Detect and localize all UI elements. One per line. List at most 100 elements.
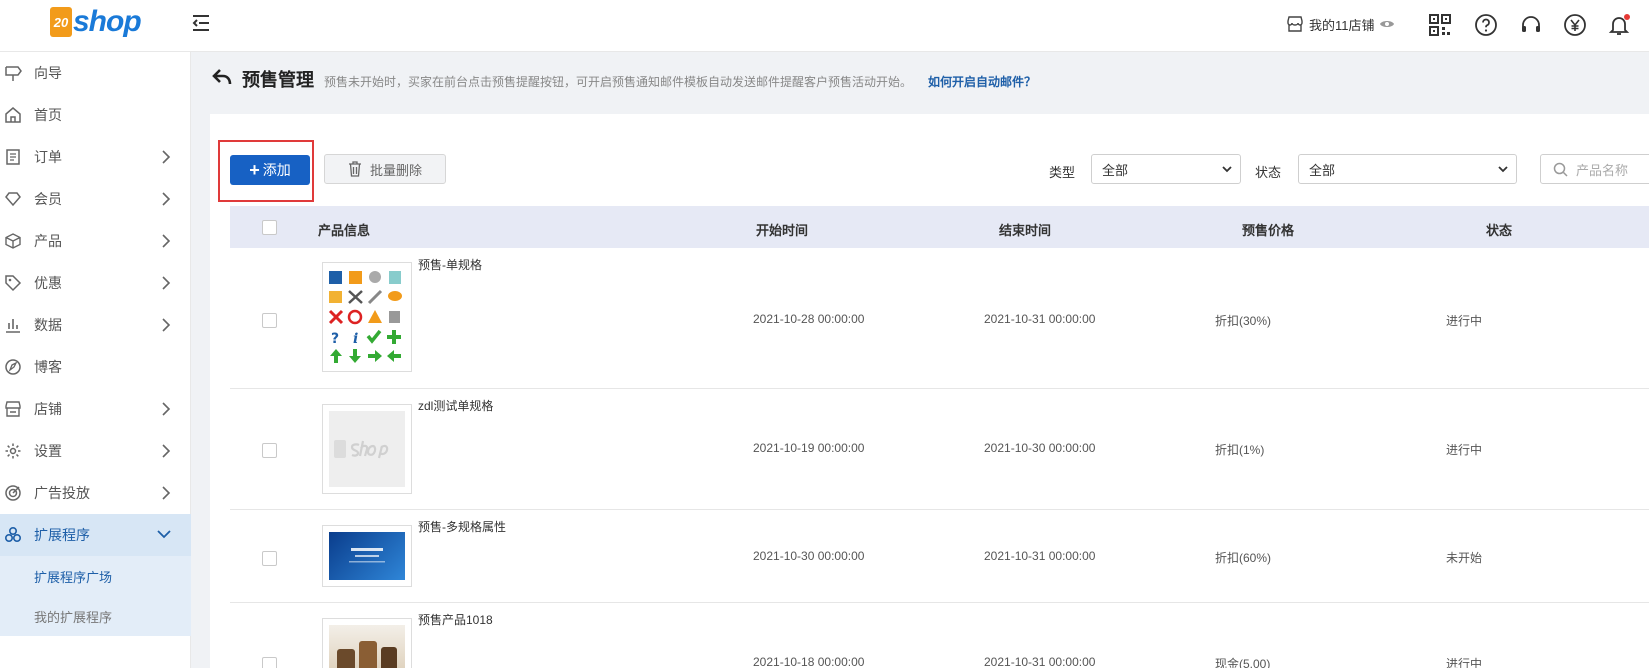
chevron-down-icon bbox=[1222, 166, 1232, 173]
qrcode-icon[interactable] bbox=[1428, 13, 1452, 37]
end-time-cell: 2021-10-31 00:00:00 bbox=[984, 655, 1096, 668]
chevron-down-icon bbox=[1498, 166, 1508, 173]
sidebar-item-home[interactable]: 首页 bbox=[0, 94, 191, 136]
row-checkbox[interactable] bbox=[262, 443, 277, 458]
store-icon bbox=[5, 401, 21, 417]
table-row[interactable]: ? i 预售-单规格 2021-10-28 00:00:00 2021-10-31… bbox=[230, 248, 1649, 389]
column-header-product-info[interactable]: 产品信息 bbox=[318, 220, 370, 239]
auto-email-help-link[interactable]: 如何开启自动邮件？ bbox=[928, 73, 1036, 90]
page-title: 预售管理 bbox=[242, 70, 314, 90]
page-header: 预售管理 预售未开始时，买家在前台点击预售提醒按钮，可开启预售通知邮件模板自动发… bbox=[212, 66, 1036, 92]
end-time-cell: 2021-10-31 00:00:00 bbox=[984, 549, 1096, 563]
sidebar-subitem-extension-market[interactable]: 扩展程序广场 bbox=[0, 556, 191, 596]
add-button-label: 添加 bbox=[262, 162, 291, 178]
sidebar-item-label: 店铺 bbox=[34, 401, 62, 417]
product-thumbnail[interactable] bbox=[322, 525, 412, 587]
product-name[interactable]: zdl测试单规格 bbox=[418, 397, 493, 414]
product-thumbnail[interactable] bbox=[322, 618, 412, 668]
sidebar-item-label: 优惠 bbox=[34, 275, 62, 291]
logo-badge: 20 bbox=[50, 7, 72, 37]
type-filter-label: 类型 bbox=[1049, 165, 1076, 180]
type-filter-select[interactable]: 全部 bbox=[1091, 154, 1241, 184]
sidebar: 向导 首页 订单 会员 产品 优惠 数据 博客 店铺 设置 广告投放 扩展程序 … bbox=[0, 52, 191, 668]
table-row[interactable]: zdl测试单规格 2021-10-19 00:00:00 2021-10-30 … bbox=[230, 389, 1649, 510]
blog-icon bbox=[5, 359, 21, 375]
sidebar-item-discounts[interactable]: 优惠 bbox=[0, 262, 191, 304]
column-header-start-time[interactable]: 开始时间 bbox=[756, 220, 808, 239]
help-icon[interactable] bbox=[1474, 13, 1498, 37]
icon-set-image: ? i bbox=[328, 271, 402, 363]
table-row[interactable]: 预售-多规格属性 2021-10-30 00:00:00 2021-10-31 … bbox=[230, 510, 1649, 603]
row-checkbox[interactable] bbox=[262, 551, 277, 566]
status-cell: 进行中 bbox=[1446, 657, 1483, 668]
eye-icon[interactable] bbox=[1379, 18, 1395, 30]
batch-delete-label: 批量删除 bbox=[369, 162, 422, 178]
column-header-end-time[interactable]: 结束时间 bbox=[999, 220, 1051, 239]
product-name[interactable]: 预售产品1018 bbox=[418, 611, 493, 628]
sidebar-item-members[interactable]: 会员 bbox=[0, 178, 191, 220]
ads-icon bbox=[5, 485, 21, 501]
page-description: 预售未开始时，买家在前台点击预售提醒按钮，可开启预售通知邮件模板自动发送邮件提醒… bbox=[324, 75, 913, 89]
row-checkbox[interactable] bbox=[262, 657, 277, 668]
sidebar-item-products[interactable]: 产品 bbox=[0, 220, 191, 262]
trash-icon bbox=[348, 161, 361, 177]
sidebar-item-orders[interactable]: 订单 bbox=[0, 136, 191, 178]
menu-collapse-icon[interactable] bbox=[190, 12, 212, 34]
status-filter-select[interactable]: 全部 bbox=[1298, 154, 1517, 184]
sidebar-item-label: 产品 bbox=[34, 233, 62, 249]
presale-price-cell: 折扣(1%) bbox=[1215, 443, 1265, 457]
product-banner-image bbox=[329, 532, 405, 580]
product-photo-image bbox=[329, 625, 405, 668]
start-time-cell: 2021-10-30 00:00:00 bbox=[753, 549, 865, 563]
batch-delete-button[interactable]: 批量删除 bbox=[324, 154, 446, 184]
store-switcher[interactable]: 我的11店铺 bbox=[1285, 14, 1395, 34]
product-icon bbox=[5, 233, 21, 249]
placeholder-logo-icon bbox=[334, 440, 389, 459]
sidebar-item-label: 博客 bbox=[34, 359, 62, 375]
sidebar-item-label: 首页 bbox=[34, 107, 62, 123]
end-time-cell: 2021-10-31 00:00:00 bbox=[984, 312, 1096, 326]
add-button[interactable]: + 添加 bbox=[230, 155, 310, 185]
sidebar-item-extensions[interactable]: 扩展程序 bbox=[0, 514, 191, 556]
status-filter-label: 状态 bbox=[1255, 165, 1282, 180]
presale-price-cell: 现金(5.00) bbox=[1215, 657, 1271, 668]
notification-bell-icon[interactable] bbox=[1607, 13, 1631, 37]
discount-icon bbox=[5, 275, 22, 292]
start-time-cell: 2021-10-19 00:00:00 bbox=[753, 441, 865, 455]
select-all-checkbox[interactable] bbox=[262, 220, 277, 235]
column-header-status[interactable]: 状态 bbox=[1486, 220, 1512, 239]
top-bar: 20 shop 我的11店铺 bbox=[0, 0, 1649, 52]
sidebar-item-label: 扩展程序 bbox=[34, 527, 90, 543]
logo-word: shop bbox=[73, 5, 142, 38]
chevron-down-icon bbox=[157, 530, 171, 539]
sidebar-item-guide[interactable]: 向导 bbox=[0, 52, 191, 94]
logo[interactable]: 20 shop bbox=[50, 4, 142, 40]
search-icon bbox=[1553, 162, 1568, 177]
product-thumbnail[interactable] bbox=[322, 404, 412, 494]
sidebar-item-settings[interactable]: 设置 bbox=[0, 430, 191, 472]
guide-icon bbox=[5, 66, 22, 81]
end-time-cell: 2021-10-30 00:00:00 bbox=[984, 441, 1096, 455]
member-icon bbox=[5, 192, 21, 207]
home-icon bbox=[5, 107, 21, 123]
product-thumbnail[interactable]: ? i bbox=[322, 262, 412, 372]
sidebar-item-ads[interactable]: 广告投放 bbox=[0, 472, 191, 514]
column-header-presale-price[interactable]: 预售价格 bbox=[1242, 220, 1294, 239]
product-name[interactable]: 预售-单规格 bbox=[418, 256, 482, 273]
sidebar-item-data[interactable]: 数据 bbox=[0, 304, 191, 346]
store-name: 我的11店铺 bbox=[1309, 17, 1375, 33]
svg-text:i: i bbox=[353, 331, 358, 347]
table-row[interactable]: 预售产品1018 2021-10-18 00:00:00 2021-10-31 … bbox=[230, 603, 1649, 668]
sidebar-item-store[interactable]: 店铺 bbox=[0, 388, 191, 430]
banner-lines-icon bbox=[349, 548, 385, 563]
status-cell: 未开始 bbox=[1446, 551, 1483, 565]
product-search-input[interactable]: 产品名称 bbox=[1540, 154, 1649, 184]
product-name[interactable]: 预售-多规格属性 bbox=[418, 518, 506, 535]
currency-icon[interactable] bbox=[1563, 13, 1587, 37]
sidebar-item-blog[interactable]: 博客 bbox=[0, 346, 191, 388]
headset-icon[interactable] bbox=[1519, 13, 1543, 37]
sidebar-subitem-my-extensions[interactable]: 我的扩展程序 bbox=[0, 596, 191, 636]
chevron-right-icon bbox=[162, 150, 171, 164]
back-arrow-icon[interactable] bbox=[212, 68, 232, 86]
row-checkbox[interactable] bbox=[262, 313, 277, 328]
